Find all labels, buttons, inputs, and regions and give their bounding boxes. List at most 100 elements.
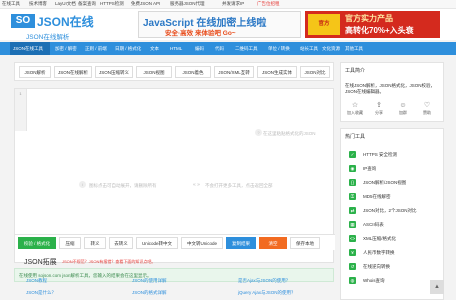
top-link[interactable]: 免费JSON API — [131, 1, 160, 7]
compare-icon: ⇄ — [349, 207, 356, 214]
hot-tools-title: 热门工具 — [345, 134, 366, 140]
tool-label: 在线逆向转换 — [363, 264, 390, 269]
expand-arrows-icon[interactable]: « » — [193, 182, 200, 188]
main-content: JSON解析 JSON在线解析 JSON压缩转义 JSON视图 JSON着色 J… — [14, 62, 335, 300]
top-link[interactable]: 服务器JSON代理 — [170, 1, 205, 7]
nav-item-unit[interactable]: 单位 / 转换 — [268, 42, 290, 55]
tab-json-color[interactable]: JSON着色 — [175, 66, 211, 78]
promo-tagline: 高转化70%+入头衰 — [345, 26, 414, 35]
tab-json-online[interactable]: JSON在线解析 — [54, 66, 92, 78]
top-link[interactable]: 技术博客 — [29, 1, 47, 7]
hot-tool-item[interactable]: <> XML压缩/格式化 — [341, 233, 445, 245]
nav-item-encrypt[interactable]: 加密 / 解密 — [55, 42, 77, 55]
tool-label: JSON解析/JSON视图 — [363, 180, 407, 185]
hot-tool-item[interactable]: ▦ ASCII码表 — [341, 219, 445, 231]
top-link[interactable]: HTTPS检测 — [100, 1, 124, 7]
yuan-icon: ¥ — [349, 249, 356, 256]
intro-panel: 工具简介 在线JSON解析，JSON格式化，JSON校验，JSON在线编辑器。 … — [340, 62, 444, 122]
validate-format-button[interactable]: 校验 / 格式化 — [18, 237, 56, 249]
copy-result-button[interactable]: 复制结果 — [226, 237, 256, 249]
star-icon: ☆ — [351, 102, 359, 109]
tab-json-parse[interactable]: JSON解析 — [19, 66, 51, 78]
sponsor-action[interactable]: ♡ 赞助 — [417, 101, 437, 116]
hot-tool-item[interactable]: ◉ IP查询 — [341, 163, 445, 175]
nav-item-webmaster[interactable]: 站长工具 — [300, 42, 318, 55]
editor-placeholder-left: 图标点击可自动展开，请删除所有 — [89, 183, 157, 188]
xml-icon: <> — [349, 235, 356, 242]
ext-link[interactable]: JSON的格式详解 — [132, 290, 167, 296]
ext-link[interactable]: JSON是什么？ — [26, 290, 56, 296]
nav-item-date[interactable]: 日期 / 格式化 — [115, 42, 141, 55]
lock-icon: ⚿ — [349, 193, 356, 200]
tab-json-compress[interactable]: JSON压缩转义 — [95, 66, 133, 78]
action-label: 分享 — [375, 110, 383, 115]
nav-item-regex[interactable]: 正则 / 前端 — [85, 42, 107, 55]
scroll-top-icon[interactable]: ▲ — [430, 280, 444, 294]
group-icon: ☺ — [399, 102, 407, 109]
ext-link[interactable]: JSON教程 — [26, 278, 47, 284]
hot-tool-item[interactable]: ⚿ MD5在线解密 — [341, 191, 445, 203]
escape-button[interactable]: 转义 — [84, 237, 106, 249]
compress-button[interactable]: 压缩 — [59, 237, 81, 249]
nav-item-encode[interactable]: 编码 — [195, 42, 204, 55]
shield-icon: ✓ — [349, 151, 356, 158]
banner-tagline: 安全·高效 来体验吧 Go~ — [165, 30, 236, 37]
extension-subtitle: JSON不规范？JSON有报错？查看下面的知识点吧。 — [62, 259, 156, 264]
tab-json-xml[interactable]: JSON/XML互转 — [214, 66, 254, 78]
line-number: 1 — [19, 91, 22, 96]
hot-tool-item[interactable]: ⇄ JSON对比，2个JSON对比 — [341, 205, 445, 217]
cn-to-unicode-button[interactable]: 中文转Unicode — [181, 237, 223, 249]
ad-rent-link[interactable]: 广告位招租 — [257, 1, 280, 7]
hot-tool-item[interactable]: ✓ HTTPS 安全检测 — [341, 149, 445, 161]
site-logo[interactable]: SO JSON在线 JSON在线解析 — [11, 12, 105, 41]
tab-json-entity[interactable]: JSON生成实体 — [257, 66, 297, 78]
sidebar: 工具简介 在线JSON解析，JSON格式化，JSON校验，JSON在线编辑器。 … — [340, 62, 444, 300]
favorite-action[interactable]: ☆ 加入收藏 — [345, 101, 365, 116]
globe-icon: ◍ — [349, 277, 356, 284]
clear-button[interactable]: 清空 — [259, 237, 287, 249]
nav-item-text[interactable]: 文本 — [150, 42, 159, 55]
top-link[interactable]: 在线工具 — [2, 1, 20, 7]
top-link[interactable]: LayUI文档 — [55, 1, 76, 7]
top-link[interactable]: 备案查询 — [78, 1, 96, 7]
tool-label: ASCII码表 — [363, 222, 384, 227]
json-editor[interactable]: 1 ? 在这里粘贴格式化的JSON i 图标点击可自动展开，请删除所有 « » … — [14, 88, 335, 263]
help-icon: ? — [255, 129, 262, 136]
tab-json-view[interactable]: JSON视图 — [136, 66, 172, 78]
top-link[interactable]: 并发请求IP — [222, 1, 244, 7]
editor-placeholder-right: 不会打开更多工具，点击返回全部 — [205, 183, 273, 188]
info-icon: i — [79, 181, 86, 188]
tool-label: 人民币数字转换 — [363, 250, 395, 255]
nav-item-code[interactable]: 代码 — [215, 42, 224, 55]
code-icon: {} — [349, 179, 356, 186]
logo-badge: SO — [11, 14, 35, 28]
ext-link[interactable]: jQuery Ajax与JSON的使用？ — [238, 290, 296, 296]
tool-label: MD5在线解密 — [363, 194, 391, 199]
table-icon: ▦ — [349, 221, 356, 228]
nav-item-qrcode[interactable]: 二维码工具 — [235, 42, 258, 55]
tab-json-diff[interactable]: JSON对比 — [300, 66, 330, 78]
unicode-to-cn-button[interactable]: Unicode转中文 — [136, 237, 178, 249]
nav-item-html[interactable]: HTML — [170, 42, 182, 55]
ext-link[interactable]: 是否Ajax与JSON的使用？ — [238, 278, 290, 284]
nav-item-culture[interactable]: 文化资源 — [322, 42, 340, 55]
join-group-action[interactable]: ☺ 加群 — [393, 101, 413, 116]
nav-item-json-tools[interactable]: JSON在线工具 — [10, 42, 50, 55]
promo-headline: 官方实力产品 — [345, 14, 393, 23]
hot-tool-item[interactable]: {} JSON解析/JSON视图 — [341, 177, 445, 189]
intro-title: 工具简介 — [345, 68, 366, 74]
nav-item-other[interactable]: 其他工具 — [345, 42, 363, 55]
unescape-button[interactable]: 去转义 — [109, 237, 133, 249]
tool-label: HTTPS 安全检测 — [363, 152, 398, 157]
heart-icon: ♡ — [423, 102, 431, 109]
promo-badge: 官方 — [308, 14, 340, 35]
js-encrypt-banner[interactable]: JavaScript 在线加密上线啦 安全·高效 来体验吧 Go~ — [138, 11, 301, 38]
hot-tool-item[interactable]: ↺ 在线逆向转换 — [341, 261, 445, 273]
share-action[interactable]: ⇪ 分享 — [369, 101, 389, 116]
logo-title: JSON在线 — [37, 15, 94, 29]
ext-link[interactable]: JSON的使用详解 — [132, 278, 167, 284]
hot-tool-item[interactable]: ¥ 人民币数字转换 — [341, 247, 445, 259]
save-local-button[interactable]: 保存本地 — [290, 237, 320, 249]
promo-banner[interactable]: 官方 官方实力产品 高转化70%+入头衰 — [305, 11, 440, 38]
logo-subtitle: JSON在线解析 — [26, 34, 70, 41]
